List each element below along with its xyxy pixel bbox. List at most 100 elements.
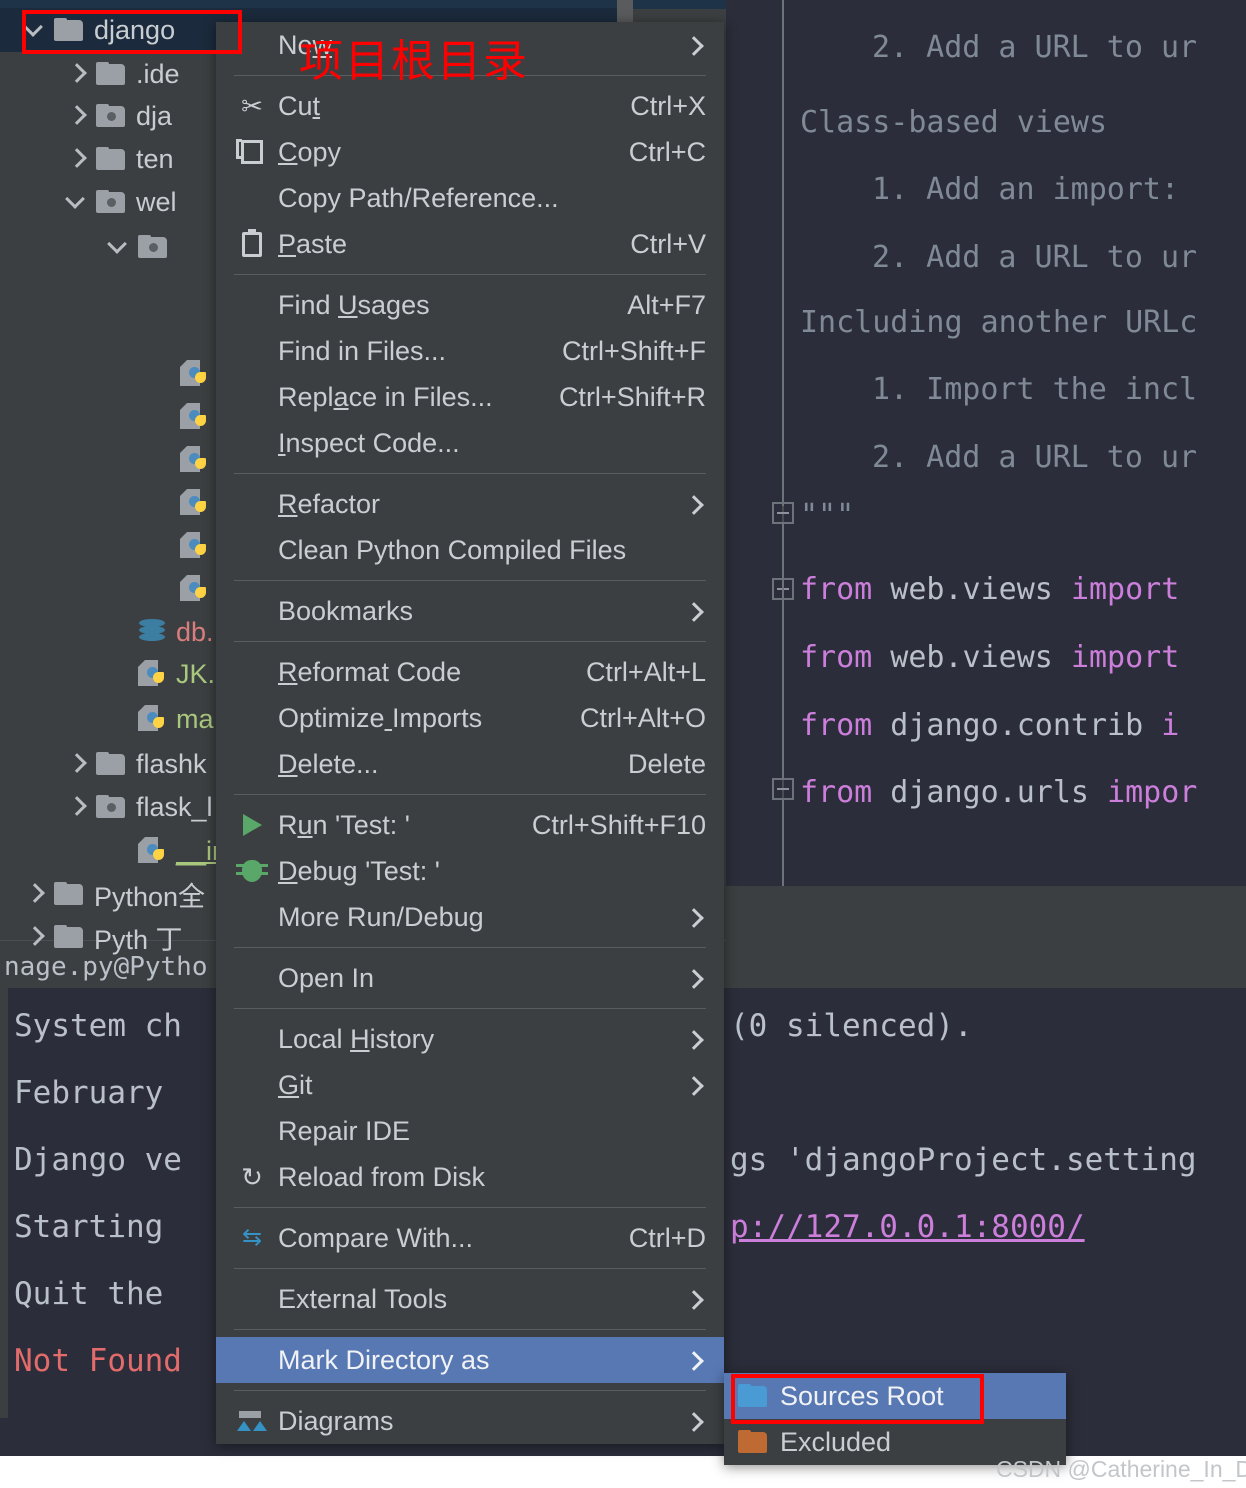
mark-directory-as-submenu[interactable]: Sources Root Excluded <box>724 1373 1066 1465</box>
menu-item-find-in-files[interactable]: Find in Files... Ctrl+Shift+F <box>216 328 724 374</box>
tree-row[interactable] <box>148 441 218 479</box>
chevron-right-icon <box>684 34 706 56</box>
tree-row[interactable]: JK.p <box>106 655 230 693</box>
tree-row[interactable]: flask_l <box>64 788 213 826</box>
menu-item-bookmarks[interactable]: Bookmarks <box>216 588 724 634</box>
menu-item-shortcut: Alt+F7 <box>627 289 706 320</box>
chevron-down-icon[interactable] <box>64 189 90 215</box>
scissors-icon: ✂ <box>241 91 263 121</box>
menu-item-label: Bookmarks <box>278 595 414 626</box>
menu-item-find-usages[interactable]: Find Usages Alt+F7 <box>216 282 724 328</box>
menu-item-shortcut: Ctrl+V <box>630 228 706 259</box>
menu-item-label: Diagrams <box>278 1405 394 1436</box>
tree-row[interactable]: dja <box>64 97 172 135</box>
menu-item-local-history[interactable]: Local History <box>216 1016 724 1062</box>
submenu-item-sources-root[interactable]: Sources Root <box>724 1373 1066 1419</box>
menu-item-shortcut: Delete <box>627 748 706 779</box>
menu-item-mark-directory-as[interactable]: Mark Directory as <box>216 1337 724 1383</box>
tree-row[interactable]: Python全 <box>22 875 205 913</box>
python-file-icon <box>180 445 210 475</box>
menu-item-inspect-code[interactable]: Inspect Code... <box>216 420 724 466</box>
chevron-right-icon[interactable] <box>64 103 90 129</box>
chevron-right-icon[interactable] <box>64 794 90 820</box>
menu-item-label: Compare With... <box>278 1222 474 1253</box>
code-line: from django.contrib i <box>800 708 1179 743</box>
tree-row[interactable] <box>148 570 218 608</box>
image-bottom-padding-2 <box>0 1462 960 1488</box>
tree-row[interactable] <box>148 527 218 565</box>
chevron-right-icon[interactable] <box>64 751 90 777</box>
tree-row[interactable]: ten <box>64 140 174 178</box>
menu-item-run-test[interactable]: Run 'Test: ' Ctrl+Shift+F10 <box>216 802 724 848</box>
tree-row-label: dja <box>136 100 173 131</box>
fold-marker-imports-end[interactable] <box>772 778 794 800</box>
menu-item-paste[interactable]: Paste Ctrl+V <box>216 221 724 267</box>
tree-row[interactable]: wel <box>64 183 177 221</box>
menu-item-repair-ide[interactable]: Repair IDE <box>216 1108 724 1154</box>
chevron-right-icon[interactable] <box>64 61 90 87</box>
chevron-right-icon[interactable] <box>64 146 90 172</box>
tree-row[interactable]: db. <box>106 613 214 651</box>
menu-item-debug-test[interactable]: Debug 'Test: ' <box>216 848 724 894</box>
menu-item-delete[interactable]: Delete... Delete <box>216 741 724 787</box>
menu-item-reload-from-disk[interactable]: ↻ Reload from Disk <box>216 1154 724 1200</box>
chevron-down-icon[interactable] <box>22 17 48 43</box>
menu-item-replace-in-files[interactable]: Replace in Files... Ctrl+Shift+R <box>216 374 724 420</box>
menu-item-more-run-debug[interactable]: More Run/Debug <box>216 894 724 940</box>
menu-item-diagrams[interactable]: Diagrams <box>216 1398 724 1444</box>
menu-item-shortcut: Ctrl+X <box>630 90 706 121</box>
tree-row[interactable] <box>148 484 218 522</box>
code-line: from django.urls impor <box>800 775 1197 810</box>
tree-row-label: wel <box>136 186 177 217</box>
tree-row[interactable]: ma <box>106 700 214 738</box>
module-folder-icon <box>96 795 126 819</box>
menu-item-git[interactable]: Git <box>216 1062 724 1108</box>
chevron-down-icon[interactable] <box>106 234 132 260</box>
submenu-item-label: Sources Root <box>780 1380 944 1411</box>
chevron-right-icon <box>684 906 706 928</box>
menu-item-external-tools[interactable]: External Tools <box>216 1276 724 1322</box>
run-icon <box>234 814 270 836</box>
tree-row[interactable] <box>106 228 178 266</box>
menu-item-label: External Tools <box>278 1283 448 1314</box>
module-folder-icon <box>138 235 168 259</box>
tree-row[interactable] <box>148 398 218 436</box>
menu-item-reformat-code[interactable]: Reformat Code Ctrl+Alt+L <box>216 649 724 695</box>
tree-row[interactable]: Pyth 丁 <box>22 918 183 956</box>
menu-item-label: Delete... <box>278 748 379 779</box>
menu-item-compare-with[interactable]: ⇆ Compare With... Ctrl+D <box>216 1215 724 1261</box>
menu-item-shortcut: Ctrl+C <box>628 136 706 167</box>
console-line: Starting <box>14 1209 164 1245</box>
tree-row-label: ten <box>136 143 174 174</box>
tree-row[interactable]: flashk <box>64 745 207 783</box>
menu-item-copy-path-reference[interactable]: Copy Path/Reference... <box>216 175 724 221</box>
tree-row-label: flashk <box>136 748 207 779</box>
menu-item-clean-python-compiled-files[interactable]: Clean Python Compiled Files <box>216 527 724 573</box>
menu-item-shortcut: Ctrl+Shift+F <box>561 335 706 366</box>
menu-item-open-in[interactable]: Open In <box>216 955 724 1001</box>
console-line[interactable]: p://127.0.0.1:8000/ <box>730 1209 1085 1245</box>
module-folder-icon <box>96 104 126 128</box>
tree-row-label: Pyth 丁 <box>94 924 183 955</box>
chevron-right-icon[interactable] <box>22 924 48 950</box>
tree-row[interactable]: .ide <box>64 55 180 93</box>
reload-icon: ↻ <box>241 1162 263 1192</box>
menu-item-label: Run 'Test: ' <box>278 809 410 840</box>
menu-item-label: Repair IDE <box>278 1115 411 1146</box>
fold-marker-docstring-end[interactable] <box>772 502 794 524</box>
menu-item-cut[interactable]: ✂ Cut Ctrl+X <box>216 83 724 129</box>
menu-item-label: Copy Path/Reference... <box>278 182 559 213</box>
tree-row[interactable]: django <box>22 11 175 49</box>
tree-row[interactable] <box>148 355 218 393</box>
code-line: Including another URLc <box>800 305 1198 340</box>
menu-item-shortcut: Ctrl+D <box>628 1222 706 1253</box>
console-line: February <box>14 1075 164 1111</box>
context-menu[interactable]: New ✂ Cut Ctrl+X Copy Ctrl+C Copy Path/Referen… <box>216 22 724 1444</box>
menu-item-refactor[interactable]: Refactor <box>216 481 724 527</box>
chevron-right-icon[interactable] <box>22 881 48 907</box>
menu-item-shortcut: Ctrl+Shift+R <box>558 381 706 412</box>
menu-item-copy[interactable]: Copy Ctrl+C <box>216 129 724 175</box>
code-token: impor <box>1107 775 1198 810</box>
folder-icon <box>96 62 126 86</box>
menu-item-optimize-imports[interactable]: Optimize Imports Ctrl+Alt+O <box>216 695 724 741</box>
